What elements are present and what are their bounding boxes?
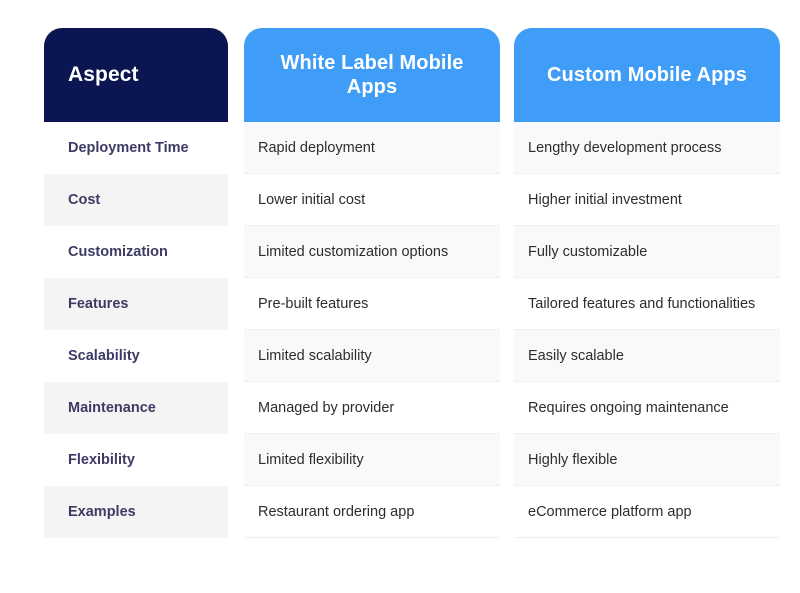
column-header-custom-mobile-apps: Custom Mobile Apps: [514, 28, 780, 122]
table-row: Lengthy development process: [514, 122, 780, 174]
aspect-label: Cost: [68, 192, 101, 208]
aspect-label: Flexibility: [68, 452, 135, 468]
column-aspect: Aspect Deployment Time Cost Customizatio…: [44, 28, 228, 538]
cell-value: Managed by provider: [258, 399, 395, 416]
cell-value: Fully customizable: [528, 243, 648, 260]
cell-value: Lower initial cost: [258, 191, 366, 208]
table-row: Limited scalability: [244, 330, 500, 382]
table-row: Deployment Time: [44, 122, 228, 174]
cell-value: Lengthy development process: [528, 139, 722, 156]
column-white-label-mobile-apps: White Label Mobile Apps Rapid deployment…: [244, 28, 500, 538]
cell-value: Limited customization options: [258, 243, 449, 260]
table-row: Managed by provider: [244, 382, 500, 434]
table-row: Requires ongoing maintenance: [514, 382, 780, 434]
aspect-label: Scalability: [68, 348, 140, 364]
cell-value: Tailored features and functionalities: [528, 295, 756, 312]
table-row: Highly flexible: [514, 434, 780, 486]
aspect-label: Customization: [68, 244, 168, 260]
table-row: eCommerce platform app: [514, 486, 780, 538]
column-header-white-label-mobile-apps: White Label Mobile Apps: [244, 28, 500, 122]
column-header-aspect: Aspect: [44, 28, 228, 122]
table-row: Customization: [44, 226, 228, 278]
table-row: Limited customization options: [244, 226, 500, 278]
table-row: Examples: [44, 486, 228, 538]
cell-value: Requires ongoing maintenance: [528, 399, 729, 416]
cell-value: eCommerce platform app: [528, 503, 692, 520]
cell-value: Limited scalability: [258, 347, 372, 364]
cell-value: Easily scalable: [528, 347, 624, 364]
table-row: Scalability: [44, 330, 228, 382]
column-body-custom-mobile-apps: Lengthy development process Higher initi…: [514, 122, 780, 538]
comparison-table: Aspect Deployment Time Cost Customizatio…: [0, 0, 800, 593]
table-row: Fully customizable: [514, 226, 780, 278]
table-row: Tailored features and functionalities: [514, 278, 780, 330]
table-row: Features: [44, 278, 228, 330]
aspect-label: Deployment Time: [68, 140, 189, 156]
cell-value: Higher initial investment: [528, 191, 682, 208]
cell-value: Restaurant ordering app: [258, 503, 415, 520]
cell-value: Limited flexibility: [258, 451, 364, 468]
cell-value: Highly flexible: [528, 451, 618, 468]
table-row: Higher initial investment: [514, 174, 780, 226]
column-custom-mobile-apps: Custom Mobile Apps Lengthy development p…: [514, 28, 780, 538]
column-body-aspect: Deployment Time Cost Customization Featu…: [44, 122, 228, 538]
table-row: Flexibility: [44, 434, 228, 486]
aspect-label: Maintenance: [68, 400, 156, 416]
table-row: Lower initial cost: [244, 174, 500, 226]
table-row: Rapid deployment: [244, 122, 500, 174]
table-row: Easily scalable: [514, 330, 780, 382]
aspect-label: Examples: [68, 504, 136, 520]
table-row: Pre-built features: [244, 278, 500, 330]
table-row: Cost: [44, 174, 228, 226]
column-body-white-label-mobile-apps: Rapid deployment Lower initial cost Limi…: [244, 122, 500, 538]
table-row: Maintenance: [44, 382, 228, 434]
cell-value: Pre-built features: [258, 295, 369, 312]
aspect-label: Features: [68, 296, 129, 312]
table-row: Restaurant ordering app: [244, 486, 500, 538]
cell-value: Rapid deployment: [258, 139, 375, 156]
table-row: Limited flexibility: [244, 434, 500, 486]
